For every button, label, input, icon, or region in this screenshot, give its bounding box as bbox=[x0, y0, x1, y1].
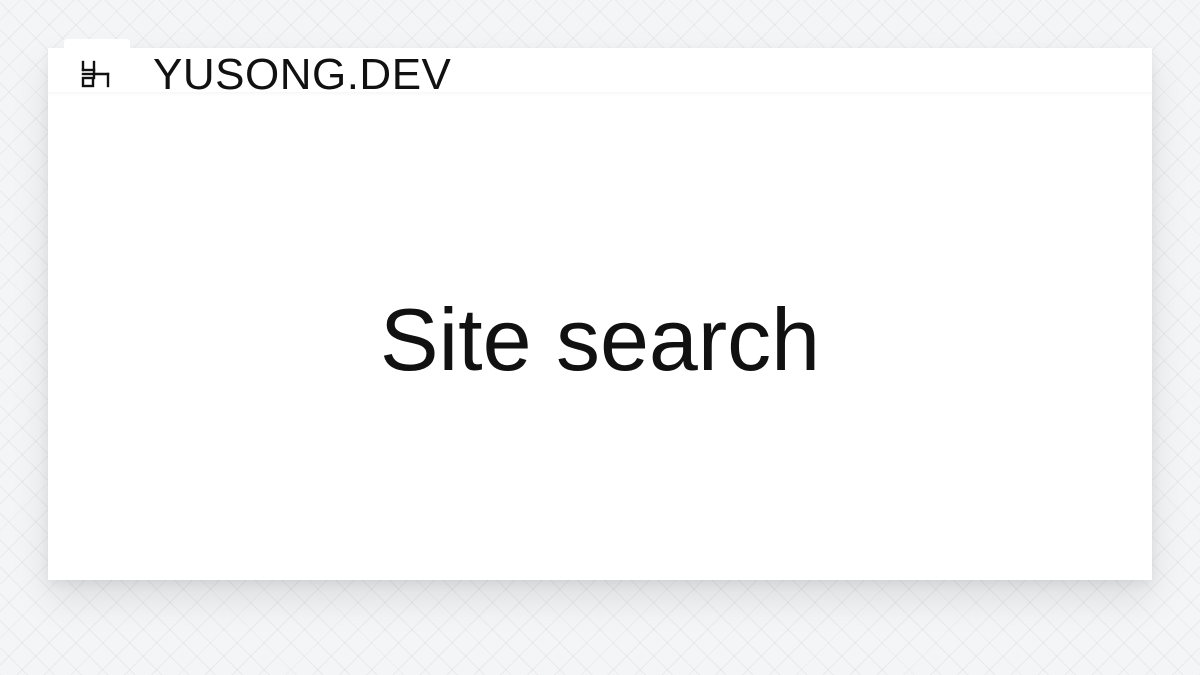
site-name-link[interactable]: YUSONG.DEV bbox=[153, 48, 451, 102]
logo-glyph bbox=[81, 60, 110, 88]
yusong-logo-icon[interactable] bbox=[78, 58, 114, 90]
page-title: Site search bbox=[379, 290, 821, 389]
